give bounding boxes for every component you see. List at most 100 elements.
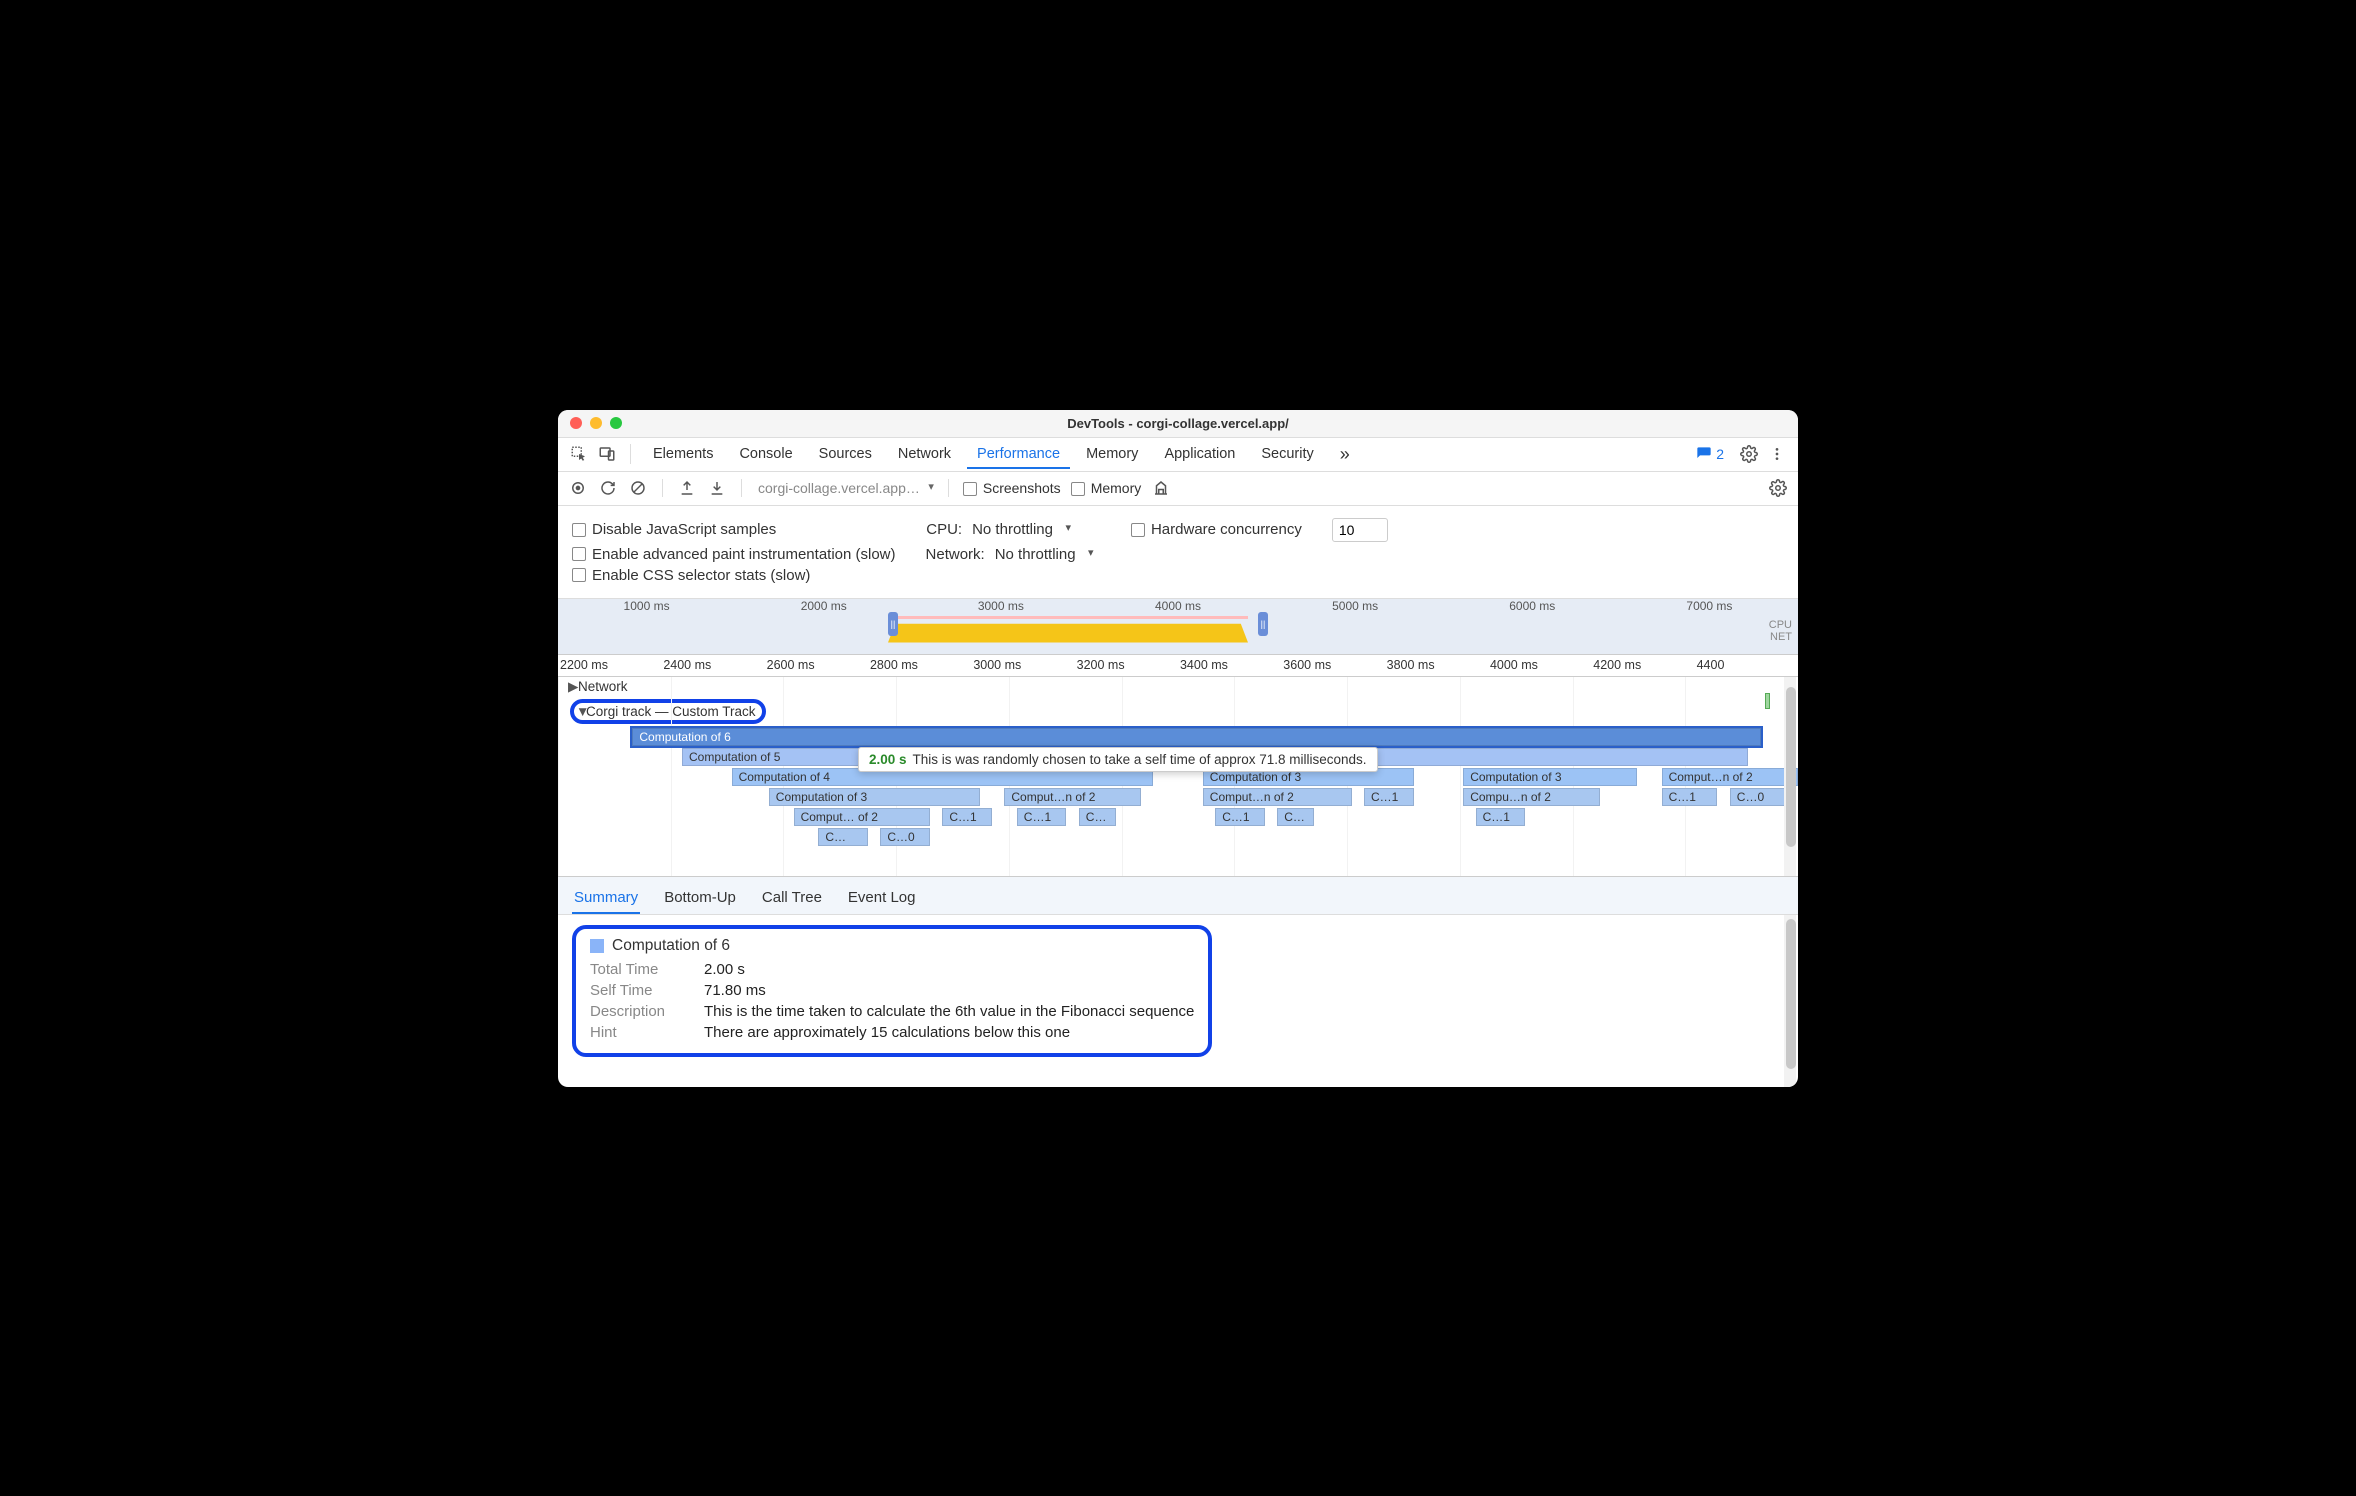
flame-bar[interactable]: C…1 [942, 808, 992, 826]
settings-gear-icon[interactable] [1738, 443, 1760, 465]
flame-bar[interactable]: C…1 [1215, 808, 1265, 826]
flame-bar[interactable]: C…1 [1017, 808, 1067, 826]
summary-value: There are approximately 15 calculations … [704, 1024, 1070, 1041]
tab-sources[interactable]: Sources [809, 439, 882, 469]
main-tab-strip: ElementsConsoleSourcesNetworkPerformance… [558, 438, 1798, 472]
flame-bar[interactable]: C… [1079, 808, 1116, 826]
flame-bar[interactable]: Comput…n of 2 [1203, 788, 1352, 806]
tab-network[interactable]: Network [888, 439, 961, 469]
summary-pane: Computation of 6 Total Time2.00 sSelf Ti… [558, 915, 1798, 1087]
record-icon[interactable] [568, 478, 588, 498]
flame-bar[interactable]: C… [818, 828, 868, 846]
flame-bar[interactable]: C…1 [1476, 808, 1526, 826]
flame-bar[interactable]: C…1 [1364, 788, 1414, 806]
flame-bar[interactable]: Computation of 3 [769, 788, 980, 806]
hardware-concurrency-checkbox[interactable]: Hardware concurrency [1131, 521, 1302, 538]
tab-application[interactable]: Application [1154, 439, 1245, 469]
more-tabs-button[interactable]: » [1330, 437, 1360, 472]
traffic-lights [570, 417, 622, 429]
flame-bar[interactable]: Compu…n of 2 [1463, 788, 1599, 806]
network-throttle-select[interactable]: No throttling [995, 546, 1094, 563]
clear-icon[interactable] [628, 478, 648, 498]
upload-icon[interactable] [677, 478, 697, 498]
tab-memory[interactable]: Memory [1076, 439, 1148, 469]
close-window-icon[interactable] [570, 417, 582, 429]
devtools-window: DevTools - corgi-collage.vercel.app/ Ele… [558, 410, 1798, 1087]
inspect-element-icon[interactable] [568, 443, 590, 465]
flame-bar[interactable]: C…0 [1730, 788, 1786, 806]
ruler-tick: 3000 ms [971, 658, 1074, 672]
ruler-tick: 2800 ms [868, 658, 971, 672]
summary-key: Self Time [590, 982, 686, 999]
summary-key: Hint [590, 1024, 686, 1041]
frame-marker [1765, 693, 1770, 709]
flame-bar[interactable]: C…0 [880, 828, 930, 846]
flame-bar[interactable]: C… [1277, 808, 1314, 826]
summary-scroll-thumb[interactable] [1786, 919, 1796, 1069]
recording-selector[interactable]: corgi-collage.vercel.app… [756, 480, 934, 496]
details-tab-strip: Summary Bottom-Up Call Tree Event Log [558, 877, 1798, 915]
device-toolbar-icon[interactable] [596, 443, 618, 465]
reload-record-icon[interactable] [598, 478, 618, 498]
flame-bar[interactable]: Comput… of 2 [794, 808, 930, 826]
ruler-tick: 2600 ms [765, 658, 868, 672]
performance-toolbar: corgi-collage.vercel.app… Screenshots Me… [558, 472, 1798, 506]
ruler-tick: 4200 ms [1591, 658, 1694, 672]
details-tab-event-log[interactable]: Event Log [846, 883, 918, 914]
window-titlebar: DevTools - corgi-collage.vercel.app/ [558, 410, 1798, 438]
summary-color-swatch [590, 939, 604, 953]
screenshots-checkbox[interactable]: Screenshots [963, 480, 1061, 496]
summary-row: Self Time 71.80 ms [590, 982, 1194, 999]
summary-key: Description [590, 1003, 686, 1020]
summary-highlight: Computation of 6 Total Time2.00 sSelf Ti… [572, 925, 1212, 1057]
overview-tick: 4000 ms [1089, 599, 1266, 617]
css-selector-stats-checkbox[interactable]: Enable CSS selector stats (slow) [572, 567, 810, 584]
overview-window-handle-left[interactable]: || [888, 612, 898, 636]
advanced-paint-checkbox[interactable]: Enable advanced paint instrumentation (s… [572, 546, 896, 563]
main-tabs: ElementsConsoleSourcesNetworkPerformance… [643, 439, 1324, 469]
summary-value: 71.80 ms [704, 982, 766, 999]
overview-window-handle-right[interactable]: || [1258, 612, 1268, 636]
memory-checkbox[interactable]: Memory [1071, 480, 1142, 496]
tab-performance[interactable]: Performance [967, 439, 1070, 469]
flame-tooltip: 2.00 sThis is was randomly chosen to tak… [858, 747, 1378, 772]
separator [630, 444, 631, 464]
timeline-overview[interactable]: 1000 ms2000 ms3000 ms4000 ms5000 ms6000 … [558, 599, 1798, 655]
details-tab-bottom-up[interactable]: Bottom-Up [662, 883, 738, 914]
overview-tick: 3000 ms [912, 599, 1089, 617]
download-icon[interactable] [707, 478, 727, 498]
ruler-tick: 4400 [1695, 658, 1798, 672]
tab-security[interactable]: Security [1251, 439, 1323, 469]
cpu-throttle-select[interactable]: No throttling [972, 521, 1071, 538]
details-tab-call-tree[interactable]: Call Tree [760, 883, 824, 914]
issues-counter[interactable]: 2 [1696, 446, 1724, 462]
minimize-window-icon[interactable] [590, 417, 602, 429]
summary-key: Total Time [590, 961, 686, 978]
network-throttle-label: Network: [926, 546, 985, 563]
zoom-window-icon[interactable] [610, 417, 622, 429]
overview-tick: 1000 ms [558, 599, 735, 617]
overview-tick: 5000 ms [1267, 599, 1444, 617]
network-track-header[interactable]: ▶Network [558, 677, 1798, 697]
tab-console[interactable]: Console [729, 439, 802, 469]
details-tab-summary[interactable]: Summary [572, 883, 640, 914]
ruler-tick: 3400 ms [1178, 658, 1281, 672]
corgi-track-header[interactable]: ▼Corgi track — Custom Track [558, 697, 1798, 726]
flame-bar[interactable]: Computation of 3 [1463, 768, 1637, 786]
kebab-menu-icon[interactable] [1766, 443, 1788, 465]
vertical-scroll-thumb[interactable] [1786, 687, 1796, 847]
flame-bar[interactable]: Computation of 6 [632, 728, 1760, 746]
overview-activity-strip [898, 616, 1248, 619]
tab-elements[interactable]: Elements [643, 439, 723, 469]
summary-row: Hint There are approximately 15 calculati… [590, 1024, 1194, 1041]
disable-js-samples-checkbox[interactable]: Disable JavaScript samples [572, 521, 776, 538]
flamechart-area[interactable]: ▶Network ▼Corgi track — Custom Track Com… [558, 677, 1798, 877]
capture-settings-panel: Disable JavaScript samples CPU: No throt… [558, 506, 1798, 599]
ruler-tick: 2200 ms [558, 658, 661, 672]
capture-settings-gear-icon[interactable] [1768, 478, 1788, 498]
hardware-concurrency-input[interactable] [1332, 518, 1388, 542]
flame-bar[interactable]: Comput…n of 2 [1662, 768, 1798, 786]
flame-bar[interactable]: C…1 [1662, 788, 1718, 806]
collect-garbage-icon[interactable] [1151, 478, 1171, 498]
flame-bar[interactable]: Comput…n of 2 [1004, 788, 1140, 806]
